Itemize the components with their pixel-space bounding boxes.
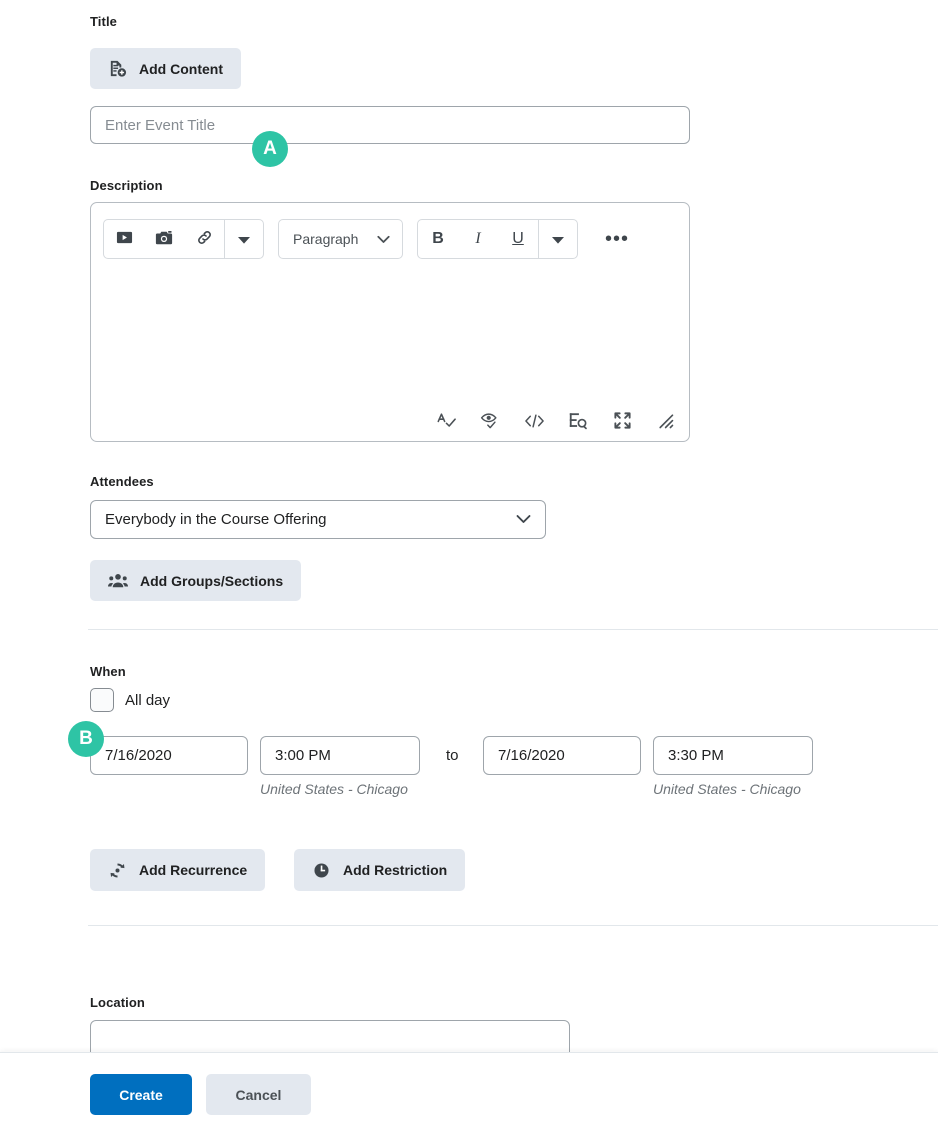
repeat-icon — [108, 861, 127, 880]
location-input[interactable] — [90, 1020, 570, 1052]
camera-image-icon — [155, 229, 173, 250]
location-label: Location — [90, 995, 145, 1010]
italic-button[interactable]: I — [458, 220, 498, 258]
section-divider-1 — [88, 629, 938, 630]
underline-label: U — [512, 230, 524, 247]
html-source-icon — [524, 412, 545, 433]
add-restriction-label: Add Restriction — [343, 862, 448, 878]
html-source-button[interactable] — [521, 409, 547, 435]
add-recurrence-label: Add Recurrence — [139, 862, 248, 878]
add-recurrence-button[interactable]: Add Recurrence — [90, 849, 266, 891]
toolbar-overflow-button[interactable]: ••• — [600, 222, 634, 256]
insert-link-button[interactable] — [184, 220, 224, 258]
start-date-wrapper — [90, 736, 248, 775]
attendees-select-value: Everybody in the Course Offering — [105, 511, 327, 528]
all-day-label: All day — [125, 691, 171, 709]
attendees-select[interactable]: Everybody in the Course Offering — [90, 500, 546, 539]
fullscreen-icon — [613, 411, 632, 433]
underline-button[interactable]: U — [498, 220, 538, 258]
accessibility-check-button[interactable] — [477, 409, 503, 435]
add-groups-sections-label: Add Groups/Sections — [140, 572, 284, 589]
paragraph-format-value: Paragraph — [293, 231, 359, 247]
to-separator: to — [446, 747, 459, 764]
add-content-label: Add Content — [139, 60, 223, 77]
insert-tools-group — [103, 219, 264, 259]
word-count-button[interactable] — [565, 409, 591, 435]
description-label: Description — [90, 178, 163, 193]
italic-label: I — [475, 230, 481, 247]
style-more-button[interactable] — [539, 220, 577, 258]
chevron-down-icon — [516, 511, 531, 528]
ellipsis-icon: ••• — [605, 227, 630, 250]
caret-down-icon — [238, 232, 250, 247]
resize-handle-icon — [657, 412, 675, 433]
editor-status-bar — [433, 409, 679, 435]
start-time-input[interactable] — [260, 736, 420, 775]
document-plus-icon — [108, 59, 127, 78]
insert-more-button[interactable] — [225, 220, 263, 258]
add-groups-sections-button[interactable]: Add Groups/Sections — [90, 560, 302, 601]
when-label: When — [90, 664, 126, 679]
add-restriction-button[interactable]: Add Restriction — [294, 849, 466, 891]
resize-handle[interactable] — [653, 409, 679, 435]
add-content-button[interactable]: Add Content — [90, 48, 241, 89]
clock-icon — [312, 861, 331, 880]
start-timezone-note: United States - Chicago — [260, 781, 408, 797]
form-action-bar: Create Cancel — [0, 1052, 938, 1129]
bold-label: B — [432, 230, 444, 247]
title-input[interactable] — [90, 106, 690, 144]
play-media-icon — [116, 229, 133, 249]
create-event-page: Title Add Content A Description — [0, 0, 938, 1129]
title-label: Title — [90, 14, 117, 29]
attendees-label: Attendees — [90, 474, 154, 489]
start-time-wrapper — [260, 736, 420, 775]
marker-badge-a: A — [252, 131, 288, 167]
title-input-wrapper — [90, 106, 690, 144]
location-input-wrapper — [90, 1020, 570, 1052]
fullscreen-button[interactable] — [609, 409, 635, 435]
spellcheck-button[interactable] — [433, 409, 459, 435]
end-timezone-note: United States - Chicago — [653, 781, 801, 797]
end-time-input[interactable] — [653, 736, 813, 775]
insert-image-button[interactable] — [144, 220, 184, 258]
description-editor: Paragraph B I U ••• — [90, 202, 690, 442]
create-button[interactable]: Create — [90, 1074, 192, 1115]
word-count-icon — [568, 411, 588, 434]
start-date-input[interactable] — [90, 736, 248, 775]
all-day-checkbox[interactable] — [90, 688, 114, 712]
insert-media-button[interactable] — [104, 220, 144, 258]
accessibility-check-icon — [480, 411, 500, 434]
chevron-down-icon — [377, 231, 390, 247]
bold-button[interactable]: B — [418, 220, 458, 258]
cancel-button[interactable]: Cancel — [206, 1074, 311, 1115]
description-body[interactable] — [103, 267, 677, 397]
paragraph-format-select[interactable]: Paragraph — [278, 219, 403, 259]
marker-badge-b: B — [68, 721, 104, 757]
end-time-wrapper — [653, 736, 813, 775]
end-date-input[interactable] — [483, 736, 641, 775]
link-icon — [196, 229, 213, 249]
people-group-icon — [108, 572, 128, 589]
all-day-row: All day — [90, 688, 170, 712]
section-divider-2 — [88, 925, 938, 926]
caret-down-icon — [552, 232, 564, 247]
editor-toolbar: Paragraph B I U ••• — [103, 217, 677, 261]
text-style-group: B I U — [417, 219, 578, 259]
end-date-wrapper — [483, 736, 641, 775]
form-scroll-area: Title Add Content A Description — [0, 0, 938, 1052]
spellcheck-icon — [436, 411, 456, 434]
